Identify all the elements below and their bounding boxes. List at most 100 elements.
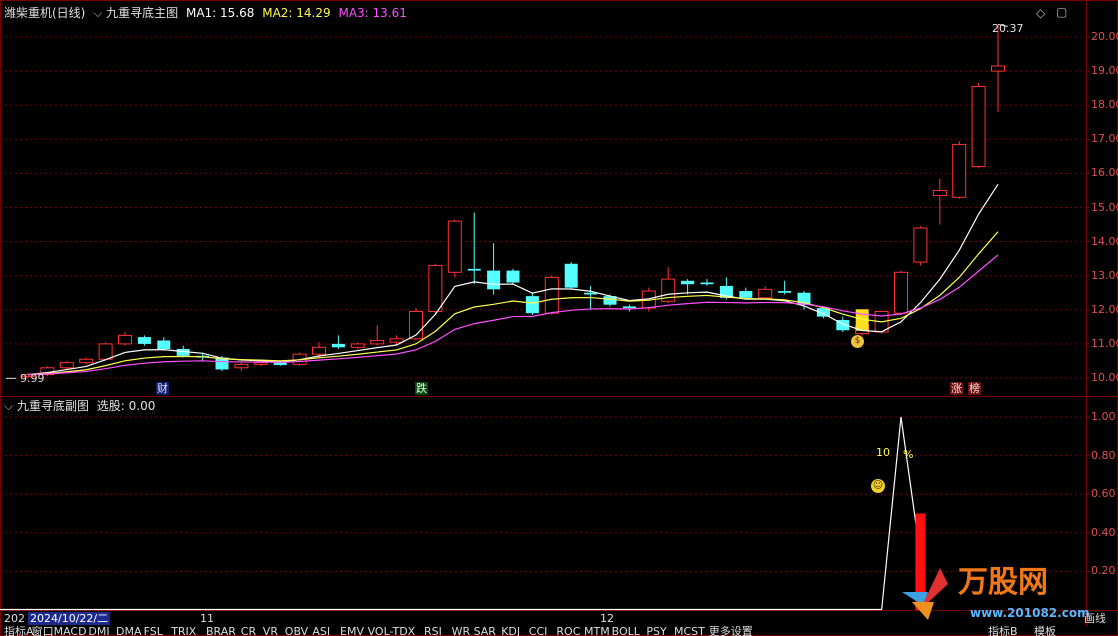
chevron-down-icon[interactable]: ⌵: [4, 399, 13, 413]
candle-up: [991, 65, 1005, 72]
selected-date: 2024/10/22/二: [28, 612, 111, 625]
price-axis-label: 11.00: [1091, 336, 1118, 350]
price-axis-label: 15.00: [1091, 200, 1118, 214]
price-axis-label: 10.00: [1091, 371, 1118, 384]
time-axis-month-12: 12: [600, 612, 614, 625]
high-price-label: 20.37: [992, 22, 1024, 35]
main-indicator-name[interactable]: 九重寻底主图: [106, 6, 178, 20]
candle-up: [370, 339, 385, 345]
sub-axis-label: 0.40: [1091, 525, 1116, 539]
candle-up: [932, 189, 947, 197]
indicator-tab[interactable]: WR: [452, 626, 471, 636]
indicator-tab[interactable]: DMA: [116, 626, 142, 636]
indicator-tab[interactable]: CR: [241, 626, 256, 636]
indicator-tab[interactable]: PSY: [646, 626, 666, 636]
candle-up: [913, 227, 928, 263]
marker-die[interactable]: 跌: [415, 382, 428, 395]
indicator-tab[interactable]: MCST: [674, 626, 705, 636]
indicator-tab[interactable]: VR: [263, 626, 278, 636]
sub-axis-label: 1.00: [1091, 410, 1116, 423]
indicator-tab[interactable]: 窗口: [32, 626, 54, 636]
candle-down: [739, 291, 753, 298]
candle-down: [487, 270, 501, 290]
candle-down: [273, 362, 287, 366]
candle-up: [952, 143, 967, 198]
indicator-tab[interactable]: TRIX: [171, 626, 196, 636]
marker-cai[interactable]: 财: [156, 382, 169, 395]
indicator-tab[interactable]: ASI: [312, 626, 330, 636]
sub-header: ⌵ 九重寻底副图 选股: 0.00: [4, 399, 155, 413]
indicator-tab-bar: 指标A 窗口 MACD DMI DMA FSL TRIX BRAR CR VR OBV ASI EMV V…: [0, 626, 1118, 636]
candle-up: [312, 346, 326, 355]
indicator-tab[interactable]: OBV: [285, 626, 308, 636]
candle-up: [350, 343, 365, 348]
candle-down: [700, 282, 714, 285]
candle-down: [157, 340, 171, 350]
candle-down: [622, 306, 636, 309]
candle-down: [525, 296, 539, 314]
sub-axis-label: 0.60: [1091, 487, 1116, 501]
price-axis-label: 16.00: [1091, 166, 1118, 180]
sub-value-label: 选股: 0.00: [96, 399, 156, 413]
main-header: 潍柴重机(日线) ⌵ 九重寻底主图 MA1: 15.68 MA2: 14.29 …: [4, 6, 407, 20]
indicator-tab[interactable]: VOL-TDX: [368, 626, 416, 636]
candle-down: [681, 280, 695, 285]
marker-zhang[interactable]: 涨: [950, 382, 963, 395]
candle-up: [253, 362, 268, 365]
candle-up: [894, 271, 908, 314]
time-axis-year: 202: [4, 612, 25, 625]
indicator-tab[interactable]: EMV: [340, 626, 364, 636]
indicator-tab[interactable]: MTM: [584, 626, 610, 636]
indicator-tab[interactable]: SAR: [474, 626, 496, 636]
indicator-tab[interactable]: MACD: [54, 626, 87, 636]
ma3-label: MA3: 13.61: [338, 6, 407, 20]
sub-axis-label: 0.80: [1091, 448, 1116, 462]
price-axis-label: 13.00: [1091, 268, 1118, 282]
candle-up: [79, 358, 94, 364]
indicator-tab[interactable]: BOLL: [612, 626, 640, 636]
candle-up: [98, 343, 113, 360]
price-axis-label: 17.00: [1091, 132, 1118, 146]
indicator-tab[interactable]: CCI: [529, 626, 548, 636]
indicator-tab[interactable]: KDJ: [501, 626, 520, 636]
price-axis-label: 18.00: [1091, 98, 1118, 112]
indicator-tab[interactable]: 设置: [731, 626, 753, 636]
candle-up: [544, 276, 559, 314]
candle-down: [506, 270, 520, 283]
diamond-icon[interactable]: ◇: [1036, 6, 1045, 20]
stock-name: 潍柴重机(日线): [4, 6, 86, 20]
chevron-down-icon[interactable]: ⌵: [93, 6, 102, 20]
indicator-tab[interactable]: DMI: [88, 626, 109, 636]
watermark-logo: 万股网 www.201082.com: [898, 562, 1098, 626]
chart-canvas[interactable]: [0, 0, 1118, 636]
price-axis-label: 14.00: [1091, 234, 1118, 248]
marker-bang[interactable]: 榜: [968, 382, 981, 395]
right-tab[interactable]: 模板: [1034, 626, 1056, 636]
indicator-tab[interactable]: 更多: [709, 626, 731, 636]
price-axis-label: 12.00: [1091, 302, 1118, 316]
candle-down: [564, 263, 578, 288]
candle-up: [389, 338, 404, 343]
candle-up: [428, 264, 443, 313]
indicator-tab[interactable]: 指标A: [4, 626, 34, 636]
low-price-label: 9.99: [20, 372, 45, 385]
right-extra-tab[interactable]: 画线: [1084, 612, 1106, 626]
candle-up: [447, 220, 462, 273]
candle-up: [59, 362, 74, 369]
sub-indicator-name[interactable]: 九重寻底副图: [17, 399, 89, 413]
indicator-tab[interactable]: RSI: [424, 626, 442, 636]
logo-brand: 万股网: [958, 565, 1048, 600]
candle-down: [467, 268, 481, 271]
stock-chart-window: 潍柴重机(日线) ⌵ 九重寻底主图 MA1: 15.68 MA2: 14.29 …: [0, 0, 1118, 636]
coin-icon: $: [851, 335, 864, 348]
outer-frame: [0, 0, 1118, 636]
candle-down: [778, 291, 792, 293]
expand-icon[interactable]: ▢: [1056, 5, 1067, 19]
smiley-icon: ☺: [871, 479, 885, 493]
right-tab[interactable]: 指标B: [988, 626, 1018, 636]
indicator-tab[interactable]: ROC: [556, 626, 580, 636]
indicator-tab[interactable]: FSL: [144, 626, 163, 636]
indicator-tab[interactable]: BRAR: [206, 626, 236, 636]
candle-up: [234, 363, 249, 369]
candle-up: [118, 334, 132, 345]
